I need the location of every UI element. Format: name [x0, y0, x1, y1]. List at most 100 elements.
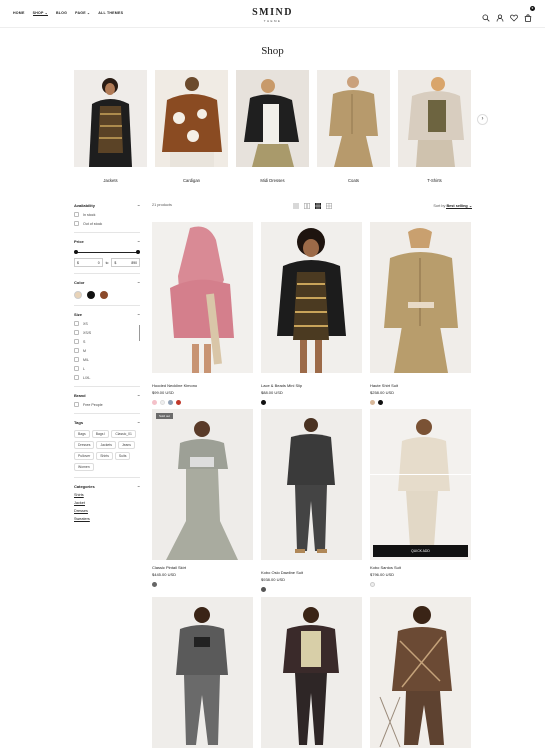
product-image[interactable] [261, 597, 362, 748]
category-card-coats[interactable]: Coats [317, 70, 390, 183]
category-card-t-shirts[interactable]: T-Shirts [398, 70, 471, 183]
color-swatch-brown[interactable] [100, 291, 108, 299]
tag-chip[interactable]: Bags I [91, 430, 110, 438]
checkbox[interactable] [74, 357, 79, 362]
checkbox[interactable] [74, 321, 79, 326]
filter-tags-header[interactable]: Tags − [74, 420, 140, 425]
product-image[interactable] [261, 222, 362, 373]
carousel-next-button[interactable]: › [477, 114, 488, 125]
checkbox[interactable] [74, 339, 79, 344]
cart-icon[interactable]: 0 [524, 6, 535, 22]
tag-chip[interactable]: Jeans [117, 441, 135, 449]
category-link-shirts[interactable]: Shirts [74, 493, 140, 497]
swatch[interactable] [261, 587, 266, 592]
swatch[interactable] [261, 400, 266, 405]
size-option[interactable]: M/L [74, 357, 140, 362]
filter-brand-header[interactable]: Brand − [74, 393, 140, 398]
price-min-handle[interactable] [74, 250, 78, 254]
size-option[interactable]: XS/S [74, 330, 140, 335]
product-name[interactable]: Lace & Beads Mini Slip [261, 383, 362, 388]
product-card[interactable]: Sold out Classic Pintail Skirt $445.00 U… [152, 409, 253, 587]
product-name[interactable]: Classic Pintail Skirt [152, 565, 253, 570]
size-option[interactable]: S [74, 339, 140, 344]
tag-chip[interactable]: Shirts [96, 452, 113, 460]
tag-chip[interactable]: Dresses [74, 441, 95, 449]
filter-size-header[interactable]: Size − [74, 312, 140, 317]
size-option[interactable]: L/XL [74, 375, 140, 380]
category-card-midi-dresses[interactable]: Midi Dresses [236, 70, 309, 183]
swatch[interactable] [378, 400, 383, 405]
swatch[interactable] [152, 400, 157, 405]
size-option[interactable]: M [74, 348, 140, 353]
product-image-wrap[interactable]: Sold out [152, 409, 253, 560]
price-max-handle[interactable] [136, 250, 140, 254]
product-card[interactable]: QUICK ADD Kobo Santos Suit $796.00 USD [370, 409, 471, 587]
product-card[interactable] [370, 597, 471, 752]
tag-chip[interactable]: Bags [74, 430, 90, 438]
product-card[interactable]: Kobo Oslo Dawline Suit $938.00 USD [261, 409, 362, 592]
checkbox[interactable] [74, 330, 79, 335]
checkbox[interactable] [74, 348, 79, 353]
size-option[interactable]: XS [74, 321, 140, 326]
category-card-cardigan[interactable]: Cardigan [155, 70, 228, 183]
grid-4-icon[interactable] [326, 203, 332, 209]
color-swatch-black[interactable] [87, 291, 95, 299]
filter-availability-header[interactable]: Availability − [74, 203, 140, 208]
tag-chip[interactable]: Women [74, 463, 94, 471]
product-card[interactable]: Hooded Neckline Kimono $99.00 USD [152, 222, 253, 405]
product-card[interactable] [261, 597, 362, 752]
list-view-icon[interactable] [293, 203, 299, 209]
tag-chip[interactable]: Pullover [74, 452, 95, 460]
tag-chip[interactable]: Suits [114, 452, 131, 460]
category-link-sweaters[interactable]: Sweaters [74, 517, 140, 521]
filter-color-header[interactable]: Color − [74, 280, 140, 285]
quick-add-button[interactable]: QUICK ADD [373, 545, 468, 557]
sort-control[interactable]: Sort by Best selling ⌄ [433, 203, 472, 209]
swatch[interactable] [370, 582, 375, 587]
product-name[interactable]: Hooded Neckline Kimono [152, 383, 253, 388]
product-image[interactable] [261, 409, 362, 560]
product-image-wrap[interactable]: QUICK ADD [370, 409, 471, 560]
availability-in-stock[interactable]: In stock [74, 212, 140, 217]
checkbox[interactable] [74, 375, 79, 380]
filter-categories-header[interactable]: Categories − [74, 484, 140, 489]
grid-3-icon[interactable] [315, 203, 321, 209]
product-image[interactable] [370, 597, 471, 748]
account-icon[interactable] [496, 9, 504, 22]
wishlist-icon[interactable] [510, 9, 518, 22]
size-option[interactable]: L [74, 366, 140, 371]
product-card[interactable]: Haute Shirt Suit $258.00 USD [370, 222, 471, 405]
product-card[interactable] [152, 597, 253, 752]
product-name[interactable]: Kobo Santos Suit [370, 565, 471, 570]
checkbox[interactable] [74, 402, 79, 407]
grid-2-icon[interactable] [304, 203, 310, 209]
tag-chip[interactable]: Jackets [96, 441, 116, 449]
product-image[interactable] [152, 597, 253, 748]
checkbox[interactable] [74, 212, 79, 217]
checkbox[interactable] [74, 366, 79, 371]
product-name[interactable]: Kobo Oslo Dawline Suit [261, 570, 362, 575]
product-name[interactable]: Haute Shirt Suit [370, 383, 471, 388]
swatch[interactable] [176, 400, 181, 405]
product-image[interactable] [370, 222, 471, 373]
price-max-field[interactable]: $890 [111, 258, 141, 267]
swatch[interactable] [168, 400, 173, 405]
availability-out-of-stock[interactable]: Out of stock [74, 221, 140, 226]
swatch[interactable] [152, 582, 157, 587]
product-card[interactable]: Lace & Beads Mini Slip $88.00 USD [261, 222, 362, 405]
price-range-slider[interactable] [74, 249, 140, 255]
product-image[interactable] [152, 222, 253, 373]
checkbox[interactable] [74, 221, 79, 226]
swatch[interactable] [160, 400, 165, 405]
category-link-dresses[interactable]: Dresses [74, 509, 140, 513]
site-logo[interactable]: SMIND THEME [0, 7, 545, 23]
category-card-jackets[interactable]: Jackets [74, 70, 147, 183]
size-list-scrollbar[interactable] [138, 325, 140, 341]
tag-chip[interactable]: Classic_01 [111, 430, 136, 438]
swatch[interactable] [370, 400, 375, 405]
brand-option[interactable]: Free People [74, 402, 140, 407]
color-swatch-beige[interactable] [74, 291, 82, 299]
search-icon[interactable] [482, 9, 490, 22]
filter-price-header[interactable]: Price − [74, 239, 140, 244]
sort-select[interactable]: Best selling ⌄ [446, 204, 472, 209]
